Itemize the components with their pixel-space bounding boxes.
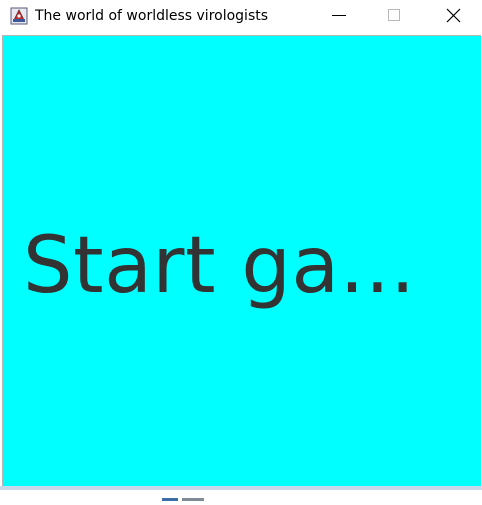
minimize-icon	[332, 15, 346, 16]
window-title: The world of worldless virologists	[35, 8, 269, 24]
close-button[interactable]	[430, 0, 476, 32]
app-window: The world of worldless virologists Start…	[0, 0, 482, 501]
game-panel[interactable]: Start ga...	[2, 35, 481, 486]
close-icon	[446, 8, 461, 23]
title-bar[interactable]: The world of worldless virologists	[0, 0, 482, 32]
start-game-label[interactable]: Start ga...	[23, 221, 416, 311]
java-app-icon[interactable]	[10, 7, 28, 25]
minimize-button[interactable]	[316, 0, 362, 32]
background-fragment	[160, 486, 210, 501]
window-bottom-edge	[0, 486, 482, 490]
maximize-icon	[388, 9, 400, 21]
maximize-button[interactable]	[370, 0, 416, 32]
